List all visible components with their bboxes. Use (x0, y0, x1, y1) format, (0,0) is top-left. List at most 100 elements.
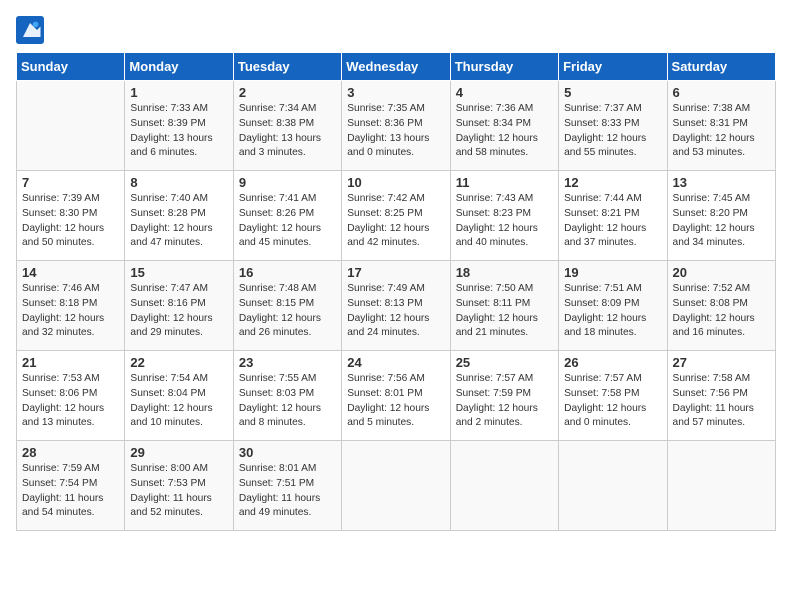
cell-content: Sunrise: 7:49 AM Sunset: 8:13 PM Dayligh… (347, 282, 444, 341)
calendar-cell (559, 441, 667, 531)
calendar-week-row: 7Sunrise: 7:39 AM Sunset: 8:30 PM Daylig… (17, 171, 776, 261)
calendar-cell: 6 Sunrise: 7:38 AM Sunset: 8:31 PM Daylig… (667, 81, 775, 171)
calendar-cell: 7Sunrise: 7:39 AM Sunset: 8:30 PM Daylig… (17, 171, 125, 261)
day-number: 14 (22, 265, 119, 280)
calendar-cell: 22 Sunrise: 7:54 AM Sunset: 8:04 PM Dayli… (125, 351, 233, 441)
calendar-cell: 25 Sunrise: 7:57 AM Sunset: 7:59 PM Dayli… (450, 351, 558, 441)
calendar-cell: 9 Sunrise: 7:41 AM Sunset: 8:26 PM Daylig… (233, 171, 341, 261)
cell-content: Sunrise: 7:42 AM Sunset: 8:25 PM Dayligh… (347, 192, 444, 251)
cell-content: Sunrise: 7:51 AM Sunset: 8:09 PM Dayligh… (564, 282, 661, 341)
logo-icon (16, 16, 44, 44)
day-number: 12 (564, 175, 661, 190)
cell-content: Sunrise: 7:50 AM Sunset: 8:11 PM Dayligh… (456, 282, 553, 341)
cell-content: Sunrise: 7:46 AM Sunset: 8:18 PM Dayligh… (22, 282, 119, 341)
day-number: 27 (673, 355, 770, 370)
column-header-thursday: Thursday (450, 53, 558, 81)
calendar-header-row: SundayMondayTuesdayWednesdayThursdayFrid… (17, 53, 776, 81)
cell-content: Sunrise: 7:57 AM Sunset: 7:58 PM Dayligh… (564, 372, 661, 431)
calendar-cell: 23 Sunrise: 7:55 AM Sunset: 8:03 PM Dayli… (233, 351, 341, 441)
calendar-cell: 16 Sunrise: 7:48 AM Sunset: 8:15 PM Dayli… (233, 261, 341, 351)
cell-content: Sunrise: 7:53 AM Sunset: 8:06 PM Dayligh… (22, 372, 119, 431)
column-header-wednesday: Wednesday (342, 53, 450, 81)
day-number: 4 (456, 85, 553, 100)
cell-content: Sunrise: 7:56 AM Sunset: 8:01 PM Dayligh… (347, 372, 444, 431)
calendar-cell: 21 Sunrise: 7:53 AM Sunset: 8:06 PM Dayli… (17, 351, 125, 441)
cell-content: Sunrise: 7:52 AM Sunset: 8:08 PM Dayligh… (673, 282, 770, 341)
calendar-cell (342, 441, 450, 531)
cell-content: Sunrise: 7:36 AM Sunset: 8:34 PM Dayligh… (456, 102, 553, 161)
calendar-week-row: 21 Sunrise: 7:53 AM Sunset: 8:06 PM Dayli… (17, 351, 776, 441)
day-number: 19 (564, 265, 661, 280)
calendar-cell: 27 Sunrise: 7:58 AM Sunset: 7:56 PM Dayli… (667, 351, 775, 441)
calendar-cell: 4 Sunrise: 7:36 AM Sunset: 8:34 PM Daylig… (450, 81, 558, 171)
day-number: 28 (22, 445, 119, 460)
logo (16, 16, 48, 44)
day-number: 18 (456, 265, 553, 280)
day-number: 1 (130, 85, 227, 100)
calendar-cell: 12 Sunrise: 7:44 AM Sunset: 8:21 PM Dayli… (559, 171, 667, 261)
column-header-monday: Monday (125, 53, 233, 81)
cell-content: Sunrise: 7:55 AM Sunset: 8:03 PM Dayligh… (239, 372, 336, 431)
cell-content: Sunrise: 7:59 AM Sunset: 7:54 PM Dayligh… (22, 462, 119, 521)
cell-content: Sunrise: 7:54 AM Sunset: 8:04 PM Dayligh… (130, 372, 227, 431)
day-number: 10 (347, 175, 444, 190)
day-number: 17 (347, 265, 444, 280)
day-number: 6 (673, 85, 770, 100)
page-header (16, 16, 776, 44)
cell-content: Sunrise: 7:41 AM Sunset: 8:26 PM Dayligh… (239, 192, 336, 251)
day-number: 25 (456, 355, 553, 370)
column-header-friday: Friday (559, 53, 667, 81)
day-number: 21 (22, 355, 119, 370)
column-header-sunday: Sunday (17, 53, 125, 81)
day-number: 8 (130, 175, 227, 190)
day-number: 16 (239, 265, 336, 280)
cell-content: Sunrise: 7:45 AM Sunset: 8:20 PM Dayligh… (673, 192, 770, 251)
day-number: 26 (564, 355, 661, 370)
calendar-cell: 2 Sunrise: 7:34 AM Sunset: 8:38 PM Daylig… (233, 81, 341, 171)
cell-content: Sunrise: 8:01 AM Sunset: 7:51 PM Dayligh… (239, 462, 336, 521)
day-number: 24 (347, 355, 444, 370)
column-header-saturday: Saturday (667, 53, 775, 81)
calendar-cell: 15 Sunrise: 7:47 AM Sunset: 8:16 PM Dayli… (125, 261, 233, 351)
cell-content: Sunrise: 7:57 AM Sunset: 7:59 PM Dayligh… (456, 372, 553, 431)
cell-content: Sunrise: 7:48 AM Sunset: 8:15 PM Dayligh… (239, 282, 336, 341)
calendar-week-row: 1 Sunrise: 7:33 AM Sunset: 8:39 PM Daylig… (17, 81, 776, 171)
cell-content: Sunrise: 7:35 AM Sunset: 8:36 PM Dayligh… (347, 102, 444, 161)
cell-content: Sunrise: 7:38 AM Sunset: 8:31 PM Dayligh… (673, 102, 770, 161)
day-number: 2 (239, 85, 336, 100)
cell-content: Sunrise: 7:37 AM Sunset: 8:33 PM Dayligh… (564, 102, 661, 161)
cell-content: Sunrise: 7:44 AM Sunset: 8:21 PM Dayligh… (564, 192, 661, 251)
calendar-cell (17, 81, 125, 171)
calendar-cell: 11Sunrise: 7:43 AM Sunset: 8:23 PM Dayli… (450, 171, 558, 261)
day-number: 30 (239, 445, 336, 460)
day-number: 29 (130, 445, 227, 460)
day-number: 23 (239, 355, 336, 370)
calendar-cell: 14 Sunrise: 7:46 AM Sunset: 8:18 PM Dayli… (17, 261, 125, 351)
calendar-cell: 29Sunrise: 8:00 AM Sunset: 7:53 PM Dayli… (125, 441, 233, 531)
cell-content: Sunrise: 7:39 AM Sunset: 8:30 PM Dayligh… (22, 192, 119, 251)
column-header-tuesday: Tuesday (233, 53, 341, 81)
day-number: 9 (239, 175, 336, 190)
day-number: 11 (456, 175, 553, 190)
calendar-cell: 3 Sunrise: 7:35 AM Sunset: 8:36 PM Daylig… (342, 81, 450, 171)
calendar-cell: 8 Sunrise: 7:40 AM Sunset: 8:28 PM Daylig… (125, 171, 233, 261)
day-number: 13 (673, 175, 770, 190)
cell-content: Sunrise: 7:33 AM Sunset: 8:39 PM Dayligh… (130, 102, 227, 161)
day-number: 20 (673, 265, 770, 280)
cell-content: Sunrise: 7:34 AM Sunset: 8:38 PM Dayligh… (239, 102, 336, 161)
calendar-cell: 30 Sunrise: 8:01 AM Sunset: 7:51 PM Dayli… (233, 441, 341, 531)
day-number: 3 (347, 85, 444, 100)
cell-content: Sunrise: 7:40 AM Sunset: 8:28 PM Dayligh… (130, 192, 227, 251)
day-number: 22 (130, 355, 227, 370)
cell-content: Sunrise: 7:58 AM Sunset: 7:56 PM Dayligh… (673, 372, 770, 431)
calendar-cell (450, 441, 558, 531)
calendar-cell: 13 Sunrise: 7:45 AM Sunset: 8:20 PM Dayli… (667, 171, 775, 261)
cell-content: Sunrise: 7:47 AM Sunset: 8:16 PM Dayligh… (130, 282, 227, 341)
calendar-cell: 20 Sunrise: 7:52 AM Sunset: 8:08 PM Dayli… (667, 261, 775, 351)
calendar-cell (667, 441, 775, 531)
calendar-cell: 28 Sunrise: 7:59 AM Sunset: 7:54 PM Dayli… (17, 441, 125, 531)
day-number: 15 (130, 265, 227, 280)
calendar-week-row: 28 Sunrise: 7:59 AM Sunset: 7:54 PM Dayli… (17, 441, 776, 531)
calendar-cell: 10 Sunrise: 7:42 AM Sunset: 8:25 PM Dayli… (342, 171, 450, 261)
calendar-cell: 24 Sunrise: 7:56 AM Sunset: 8:01 PM Dayli… (342, 351, 450, 441)
